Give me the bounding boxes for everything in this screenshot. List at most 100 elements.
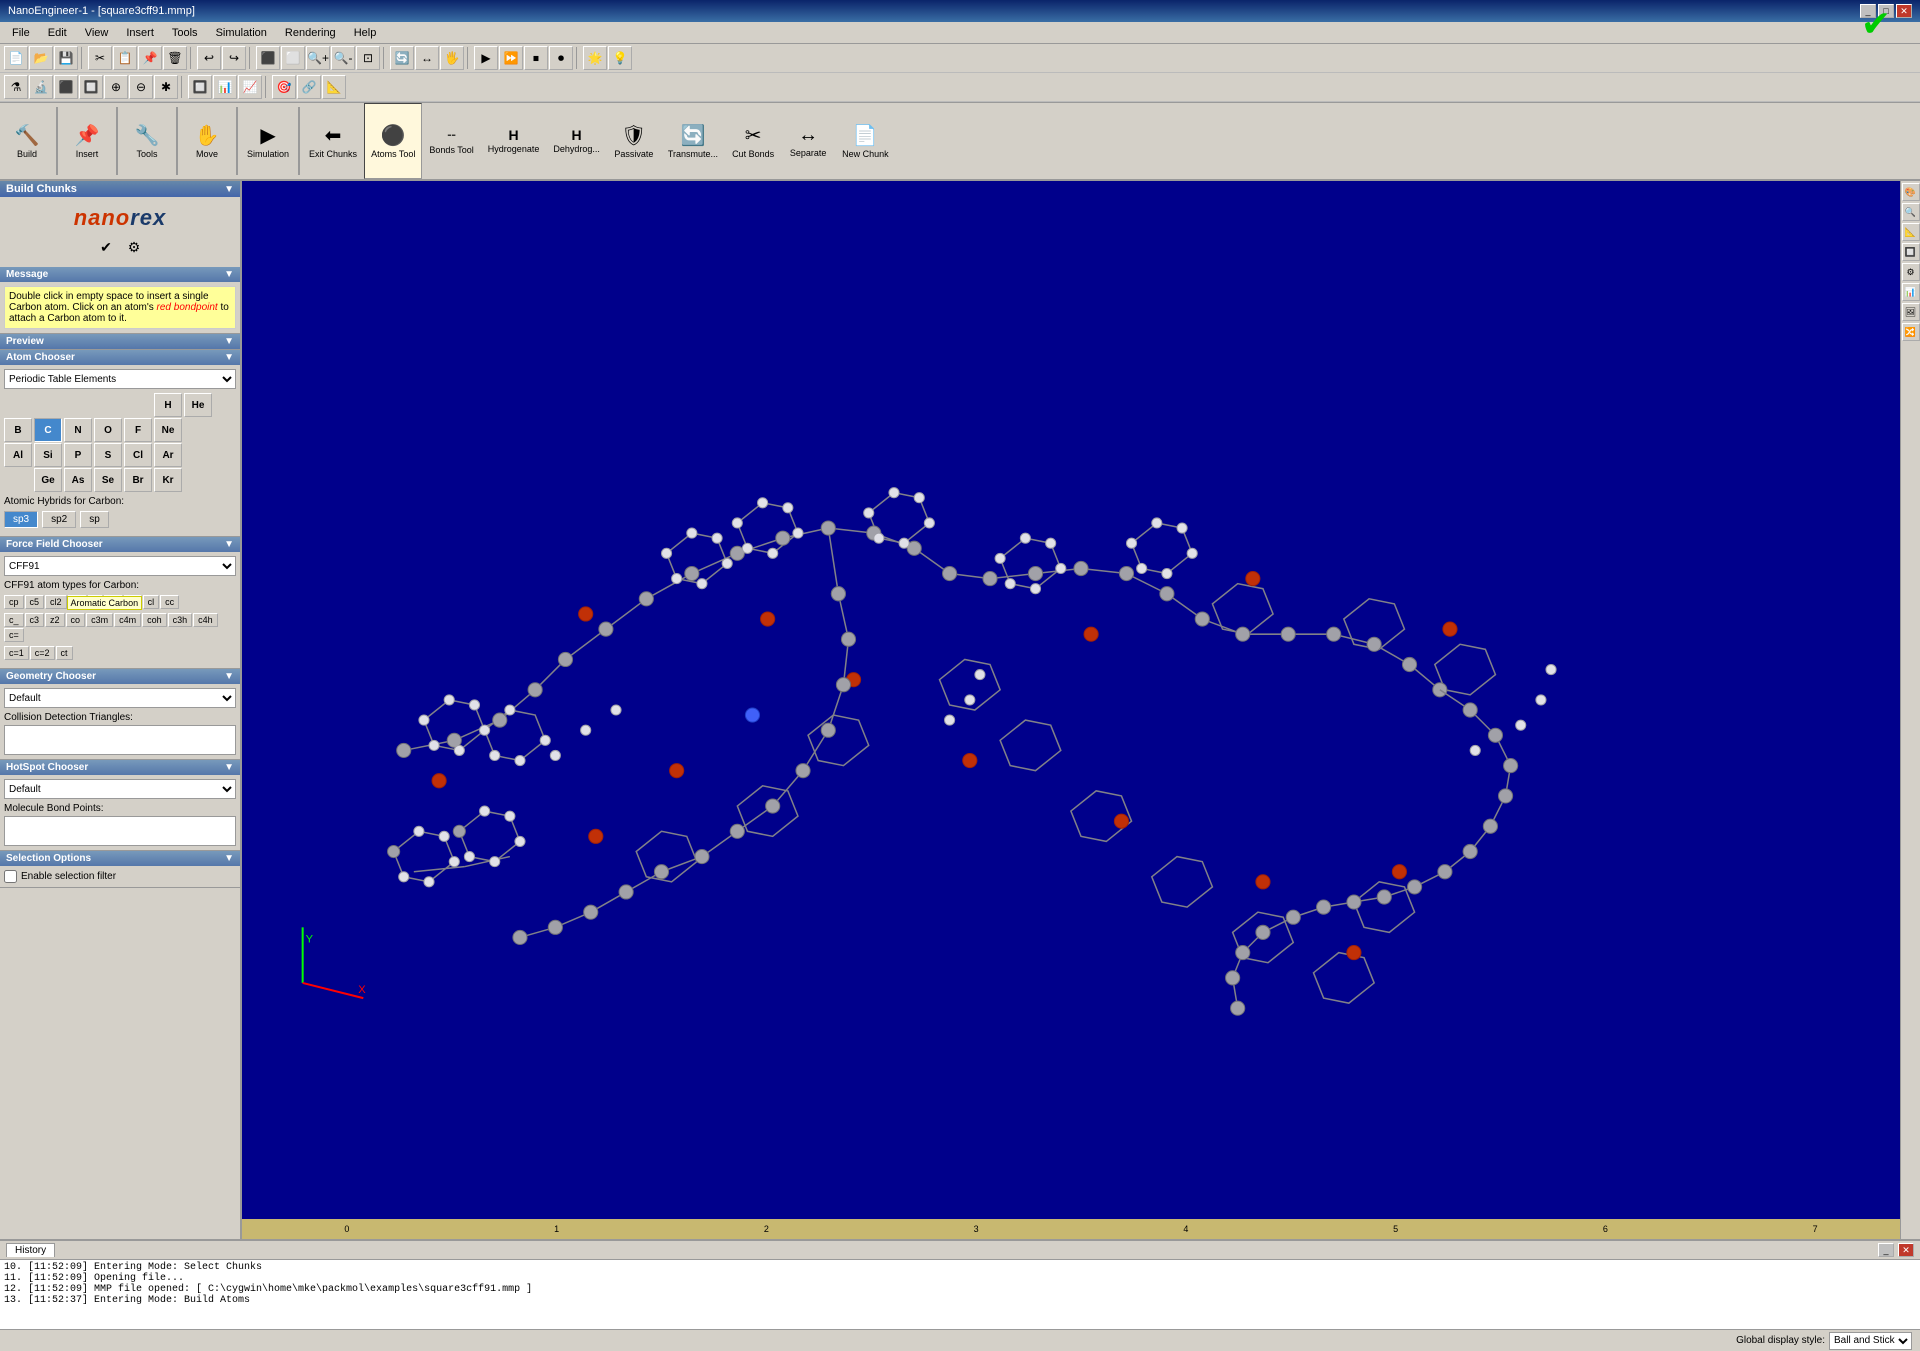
preview-section-header[interactable]: Preview ▼ [0, 334, 240, 349]
menu-view[interactable]: View [77, 25, 117, 41]
atom-type-cl2[interactable]: cl2 [45, 595, 67, 609]
atom-type-c4h[interactable]: c4h [193, 613, 218, 627]
tb-r1[interactable]: ⚗ [4, 75, 28, 99]
forcefield-header[interactable]: Force Field Chooser ▼ [0, 537, 240, 552]
tb-r11[interactable]: 🎯 [272, 75, 296, 99]
hotspot-collapse[interactable]: ▼ [224, 762, 234, 773]
tb-save[interactable]: 💾 [54, 46, 78, 70]
dehydrogenate-button[interactable]: H Dehydrog... [546, 103, 607, 179]
element-P[interactable]: P [64, 443, 92, 467]
passivate-button[interactable]: 🛡 Passivate [607, 103, 661, 179]
element-O[interactable]: O [94, 418, 122, 442]
preview-collapse[interactable]: ▼ [224, 336, 234, 347]
tb-delete[interactable]: 🗑 [163, 46, 187, 70]
atom-type-c3m[interactable]: c3m [86, 613, 113, 627]
logo-badge-settings[interactable]: ⚙ [122, 235, 146, 259]
hybrid-sp3[interactable]: sp3 [4, 511, 38, 528]
mode-insert-button[interactable]: 📌 Insert [60, 103, 114, 179]
atom-type-co[interactable]: co Aromatic Carbon [66, 613, 86, 627]
hydrogenate-button[interactable]: H Hydrogenate [481, 103, 547, 179]
sidebar-image-btn[interactable]: 🖼 [1902, 303, 1920, 321]
atoms-tool-button[interactable]: ⚫ Atoms Tool [364, 103, 422, 179]
new-chunk-button[interactable]: 📄 New Chunk [835, 103, 896, 179]
display-style-dropdown[interactable]: Ball and Stick CPK Lines Tubes [1829, 1332, 1912, 1350]
hybrid-sp2[interactable]: sp2 [42, 511, 76, 528]
sidebar-random-btn[interactable]: 🔀 [1902, 323, 1920, 341]
atom-type-cl[interactable]: cl [143, 595, 160, 609]
forcefield-collapse[interactable]: ▼ [224, 539, 234, 550]
sidebar-zoom-btn[interactable]: 🔍 [1902, 203, 1920, 221]
atom-type-ceq[interactable]: c= [4, 628, 24, 642]
atom-type-ceq1[interactable]: c=1 [4, 646, 29, 660]
atom-chooser-header[interactable]: Atom Chooser ▼ [0, 350, 240, 365]
tb-open[interactable]: 📂 [29, 46, 53, 70]
geometry-dropdown[interactable]: Default [4, 688, 236, 708]
tb-r2[interactable]: 🔬 [29, 75, 53, 99]
tb-redo[interactable]: ↪ [222, 46, 246, 70]
element-Al[interactable]: Al [4, 443, 32, 467]
geometry-collapse[interactable]: ▼ [224, 671, 234, 682]
forcefield-dropdown[interactable]: CFF91 [4, 556, 236, 576]
logo-badge-check[interactable]: ✔ [94, 235, 118, 259]
menu-tools[interactable]: Tools [164, 25, 206, 41]
atom-type-cc[interactable]: cc [160, 595, 179, 609]
sidebar-gear-btn[interactable]: ⚙ [1902, 263, 1920, 281]
atom-type-ceq2[interactable]: c=2 [30, 646, 55, 660]
tb-sim1[interactable]: ▶ [474, 46, 498, 70]
tb-sim2[interactable]: ⏩ [499, 46, 523, 70]
tb-r5[interactable]: ⊕ [104, 75, 128, 99]
tb-r3[interactable]: ⬛ [54, 75, 78, 99]
tb-r6[interactable]: ⊖ [129, 75, 153, 99]
hotspot-dropdown[interactable]: Default [4, 779, 236, 799]
tb-zoom-in[interactable]: 🔍+ [306, 46, 330, 70]
menu-simulation[interactable]: Simulation [208, 25, 275, 41]
sidebar-paint-btn[interactable]: 🎨 [1902, 183, 1920, 201]
element-He[interactable]: He [184, 393, 212, 417]
tb-pan[interactable]: 🖐 [440, 46, 464, 70]
triangles-input[interactable] [4, 725, 236, 755]
tb-r8[interactable]: 🔲 [188, 75, 212, 99]
panel-collapse-icon[interactable]: ▼ [224, 184, 234, 195]
mode-tools-button[interactable]: 🔧 Tools [120, 103, 174, 179]
enable-filter-checkbox[interactable] [4, 870, 17, 883]
mode-simulation-button[interactable]: ▶ Simulation [240, 103, 296, 179]
element-Ne[interactable]: Ne [154, 418, 182, 442]
atom-type-c4m[interactable]: c4m [114, 613, 141, 627]
element-Br[interactable]: Br [124, 468, 152, 492]
exit-chunks-button[interactable]: ⬅ Exit Chunks [302, 103, 364, 179]
atom-type-cp[interactable]: cp [4, 595, 24, 609]
element-Cl[interactable]: Cl [124, 443, 152, 467]
menu-edit[interactable]: Edit [40, 25, 75, 41]
menu-help[interactable]: Help [346, 25, 385, 41]
sidebar-box-btn[interactable]: 🔲 [1902, 243, 1920, 261]
tb-r12[interactable]: 🔗 [297, 75, 321, 99]
cut-bonds-button[interactable]: ✂ Cut Bonds [725, 103, 781, 179]
tb-r10[interactable]: 📈 [238, 75, 262, 99]
element-N[interactable]: N [64, 418, 92, 442]
element-S[interactable]: S [94, 443, 122, 467]
atom-type-c_[interactable]: c_ [4, 613, 24, 627]
tb-render1[interactable]: 🌟 [583, 46, 607, 70]
atom-type-ct[interactable]: ct [56, 646, 73, 660]
tb-r13[interactable]: 📐 [322, 75, 346, 99]
confirm-button[interactable]: ✔ [1856, 4, 1896, 44]
history-tab[interactable]: History [6, 1243, 55, 1257]
atom-chooser-collapse[interactable]: ▼ [224, 352, 234, 363]
hybrid-sp[interactable]: sp [80, 511, 109, 528]
tb-sim4[interactable]: ⏺ [549, 46, 573, 70]
tb-copy[interactable]: 📋 [113, 46, 137, 70]
element-H[interactable]: H [154, 393, 182, 417]
atom-type-c5[interactable]: c5 [25, 595, 45, 609]
hotspot-header[interactable]: HotSpot Chooser ▼ [0, 760, 240, 775]
element-Se[interactable]: Se [94, 468, 122, 492]
mode-move-button[interactable]: ✋ Move [180, 103, 234, 179]
sidebar-chart-btn[interactable]: 📊 [1902, 283, 1920, 301]
tb-fit[interactable]: ⊡ [356, 46, 380, 70]
atom-type-coh[interactable]: coh [142, 613, 167, 627]
reports-minimize[interactable]: _ [1878, 1243, 1894, 1257]
element-Si[interactable]: Si [34, 443, 62, 467]
close-button[interactable]: ✕ [1896, 4, 1912, 18]
geometry-header[interactable]: Geometry Chooser ▼ [0, 669, 240, 684]
atom-type-z2[interactable]: z2 [45, 613, 65, 627]
tb-select-none[interactable]: ⬜ [281, 46, 305, 70]
